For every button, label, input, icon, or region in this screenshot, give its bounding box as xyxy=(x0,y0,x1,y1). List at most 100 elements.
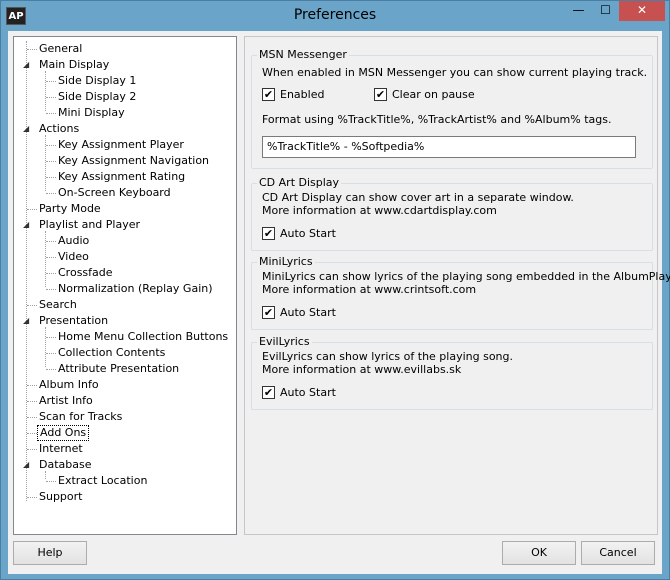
collapse-arrow-icon[interactable]: ◢ xyxy=(23,125,31,133)
tree-connector xyxy=(46,161,56,162)
preferences-window: AP Preferences — ☐ ✕ ◢ ◢ ◢ ◢ ◢ General M… xyxy=(0,0,670,580)
tree-item-party-mode[interactable]: Party Mode xyxy=(37,201,103,217)
tree-connector xyxy=(27,497,37,498)
cd-art-line-2: More information at www.cdartdisplay.com xyxy=(262,204,497,217)
tree-connector xyxy=(46,337,56,338)
minilyrics-auto-start-checkbox[interactable]: ✔ xyxy=(262,306,275,319)
tree-connector xyxy=(27,417,37,418)
clear-on-pause-checkbox[interactable]: ✔ xyxy=(374,88,387,101)
collapse-arrow-icon[interactable]: ◢ xyxy=(23,461,31,469)
tree-connector xyxy=(27,305,37,306)
tree-item-key-assignment-navigation[interactable]: Key Assignment Navigation xyxy=(56,153,211,169)
collapse-arrow-icon[interactable]: ◢ xyxy=(23,221,31,229)
cd-art-display-title: CD Art Display xyxy=(257,176,342,189)
tree-item-home-menu-collection-buttons[interactable]: Home Menu Collection Buttons xyxy=(56,329,230,345)
tree-connector xyxy=(46,145,56,146)
tree-connector xyxy=(46,81,56,82)
track-format-input[interactable]: %TrackTitle% - %Softpedia% xyxy=(262,136,636,158)
tree-item-scan-for-tracks[interactable]: Scan for Tracks xyxy=(37,409,124,425)
cancel-button[interactable]: Cancel xyxy=(581,541,655,565)
tree-connector xyxy=(46,257,56,258)
clear-on-pause-label[interactable]: Clear on pause xyxy=(392,88,475,101)
tree-item-support[interactable]: Support xyxy=(37,489,84,505)
tree-connector xyxy=(46,289,56,290)
tree-item-playlist-and-player[interactable]: Playlist and Player xyxy=(37,217,142,233)
tree-connector xyxy=(45,135,46,191)
tree-item-key-assignment-player[interactable]: Key Assignment Player xyxy=(56,137,186,153)
tree-item-database[interactable]: Database xyxy=(37,457,94,473)
tree-connector xyxy=(46,113,56,114)
tree-connector xyxy=(27,209,37,210)
tree-item-artist-info[interactable]: Artist Info xyxy=(37,393,95,409)
minilyrics-auto-start-label[interactable]: Auto Start xyxy=(280,306,336,319)
tree-connector xyxy=(46,97,56,98)
tree-item-audio[interactable]: Audio xyxy=(56,233,91,249)
tree-item-album-info[interactable]: Album Info xyxy=(37,377,101,393)
tree-item-search[interactable]: Search xyxy=(37,297,79,313)
tree-item-actions[interactable]: Actions xyxy=(37,121,81,137)
tree-connector xyxy=(46,353,56,354)
tree-item-side-display-2[interactable]: Side Display 2 xyxy=(56,89,138,105)
format-hint: Format using %TrackTitle%, %TrackArtist%… xyxy=(262,113,612,126)
tree-item-presentation[interactable]: Presentation xyxy=(37,313,110,329)
help-button[interactable]: Help xyxy=(13,541,87,565)
cd-art-display-group: CD Art Display CD Art Display can show c… xyxy=(251,176,653,251)
tree-item-attribute-presentation[interactable]: Attribute Presentation xyxy=(56,361,181,377)
tree-connector xyxy=(46,177,56,178)
tree-connector xyxy=(27,385,37,386)
add-ons-panel: MSN Messenger When enabled in MSN Messen… xyxy=(244,36,670,535)
collapse-arrow-icon[interactable]: ◢ xyxy=(23,317,31,325)
maximize-button[interactable]: ☐ xyxy=(592,1,619,21)
title-bar[interactable]: AP Preferences — ☐ ✕ xyxy=(1,1,669,31)
minilyrics-title: MiniLyrics xyxy=(257,255,315,268)
minilyrics-group: MiniLyrics MiniLyrics can show lyrics of… xyxy=(251,255,670,330)
minilyrics-line-1: MiniLyrics can show lyrics of the playin… xyxy=(262,270,670,283)
tree-item-side-display-1[interactable]: Side Display 1 xyxy=(56,73,138,89)
tree-connector xyxy=(27,49,37,50)
tree-connector xyxy=(27,401,37,402)
minimize-button[interactable]: — xyxy=(565,1,592,21)
evillyrics-title: EvilLyrics xyxy=(257,335,312,348)
evillyrics-auto-start-checkbox[interactable]: ✔ xyxy=(262,386,275,399)
tree-connector xyxy=(45,327,46,367)
minilyrics-line-2: More information at www.crintsoft.com xyxy=(262,283,477,296)
dialog-client: ◢ ◢ ◢ ◢ ◢ General Main Display Side Disp… xyxy=(8,31,670,574)
tree-connector xyxy=(46,273,56,274)
tree-item-key-assignment-rating[interactable]: Key Assignment Rating xyxy=(56,169,187,185)
tree-item-add-ons[interactable]: Add Ons xyxy=(37,425,90,441)
evillyrics-line-1: EvilLyrics can show lyrics of the playin… xyxy=(262,350,514,363)
tree-connector xyxy=(46,369,56,370)
tree-item-video[interactable]: Video xyxy=(56,249,91,265)
ok-button[interactable]: OK xyxy=(502,541,576,565)
msn-enabled-label[interactable]: Enabled xyxy=(280,88,324,101)
tree-connector xyxy=(27,449,37,450)
evillyrics-group: EvilLyrics EvilLyrics can show lyrics of… xyxy=(251,335,653,410)
tree-item-crossfade[interactable]: Crossfade xyxy=(56,265,115,281)
preferences-tree[interactable]: ◢ ◢ ◢ ◢ ◢ General Main Display Side Disp… xyxy=(13,36,237,535)
tree-item-normalization[interactable]: Normalization (Replay Gain) xyxy=(56,281,215,297)
cd-art-auto-start-label[interactable]: Auto Start xyxy=(280,227,336,240)
tree-item-main-display[interactable]: Main Display xyxy=(37,57,111,73)
tree-item-extract-location[interactable]: Extract Location xyxy=(56,473,149,489)
tree-item-collection-contents[interactable]: Collection Contents xyxy=(56,345,167,361)
close-button[interactable]: ✕ xyxy=(619,1,665,21)
tree-connector xyxy=(46,193,56,194)
evillyrics-auto-start-label[interactable]: Auto Start xyxy=(280,386,336,399)
tree-item-mini-display[interactable]: Mini Display xyxy=(56,105,127,121)
msn-messenger-group: MSN Messenger When enabled in MSN Messen… xyxy=(251,48,653,169)
tree-connector xyxy=(45,71,46,111)
tree-item-general[interactable]: General xyxy=(37,41,84,57)
cd-art-auto-start-checkbox[interactable]: ✔ xyxy=(262,227,275,240)
tree-connector xyxy=(26,41,27,501)
msn-enabled-checkbox[interactable]: ✔ xyxy=(262,88,275,101)
collapse-arrow-icon[interactable]: ◢ xyxy=(23,61,31,69)
tree-item-on-screen-keyboard[interactable]: On-Screen Keyboard xyxy=(56,185,173,201)
tree-connector xyxy=(27,433,37,434)
cd-art-line-1: CD Art Display can show cover art in a s… xyxy=(262,191,574,204)
tree-connector xyxy=(46,241,56,242)
evillyrics-line-2: More information at www.evillabs.sk xyxy=(262,363,462,376)
tree-item-internet[interactable]: Internet xyxy=(37,441,85,457)
msn-messenger-title: MSN Messenger xyxy=(257,48,349,61)
msn-description: When enabled in MSN Messenger you can sh… xyxy=(262,66,648,79)
tree-connector xyxy=(45,231,46,287)
